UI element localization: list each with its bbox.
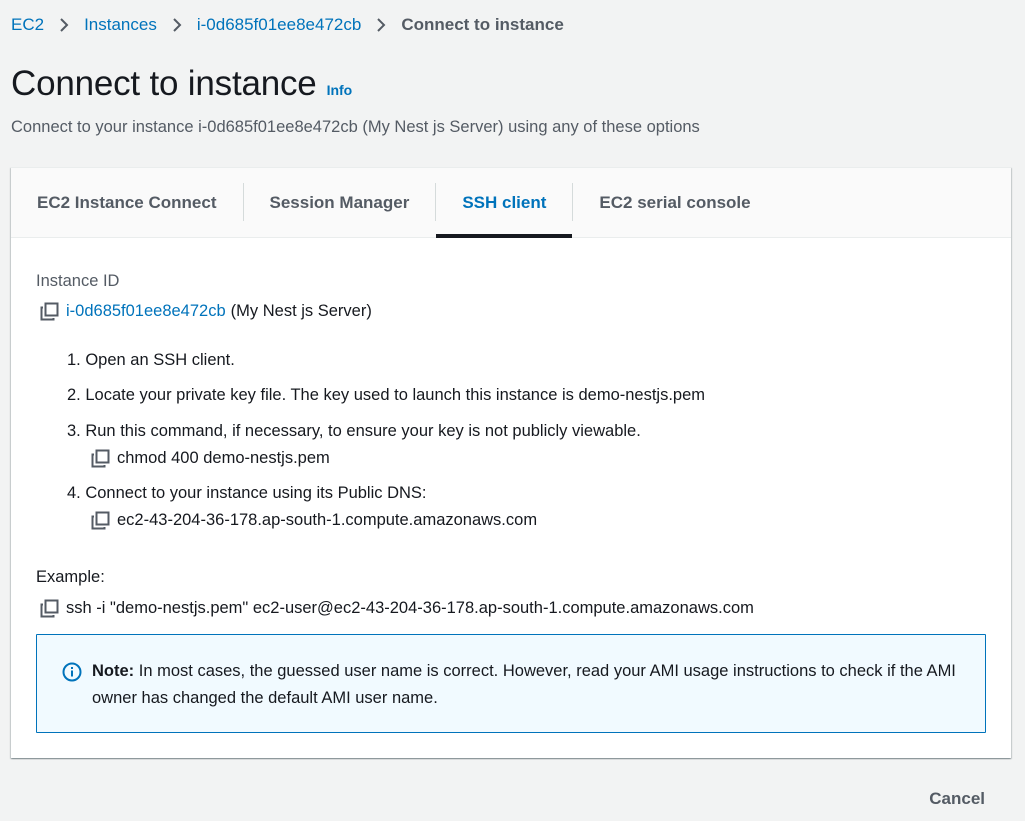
tab-session-manager[interactable]: Session Manager (244, 168, 436, 237)
note-alert: Note: In most cases, the guessed user na… (36, 634, 986, 733)
note-text: Note: In most cases, the guessed user na… (92, 658, 972, 712)
step-4: 4. Connect to your instance using its Pu… (67, 484, 427, 502)
copy-icon[interactable] (40, 599, 59, 618)
public-dns-value: ec2-43-204-36-178.ap-south-1.compute.ama… (117, 511, 538, 529)
breadcrumb-instances[interactable]: Instances (84, 15, 157, 35)
breadcrumb: EC2 Instances i-0d685f01ee8e472cb Connec… (11, 14, 564, 36)
step-3: 3. Run this command, if necessary, to en… (67, 422, 641, 440)
page-header: Connect to instance Info (11, 64, 352, 104)
breadcrumb-instance-id[interactable]: i-0d685f01ee8e472cb (197, 15, 361, 35)
chevron-right-icon (375, 18, 387, 32)
tab-ssh-client[interactable]: SSH client (436, 168, 573, 238)
chevron-right-icon (58, 18, 70, 32)
info-link[interactable]: Info (327, 82, 353, 98)
instance-id-label: Instance ID (36, 272, 120, 290)
copy-icon[interactable] (91, 449, 110, 468)
chmod-command-row: chmod 400 demo-nestjs.pem (91, 449, 330, 468)
breadcrumb-ec2[interactable]: EC2 (11, 15, 44, 35)
tab-ec2-serial-console[interactable]: EC2 serial console (573, 168, 776, 237)
copy-icon[interactable] (91, 511, 110, 530)
cancel-button[interactable]: Cancel (929, 789, 985, 809)
step-2: 2. Locate your private key file. The key… (67, 386, 706, 404)
breadcrumb-current: Connect to instance (401, 15, 564, 34)
tab-ec2-instance-connect[interactable]: EC2 Instance Connect (11, 168, 243, 237)
note-body: In most cases, the guessed user name is … (92, 662, 956, 707)
chevron-right-icon (171, 18, 183, 32)
instance-id-link[interactable]: i-0d685f01ee8e472cb (66, 302, 226, 321)
instance-name: (My Nest js Server) (230, 302, 372, 320)
chmod-command: chmod 400 demo-nestjs.pem (117, 449, 330, 467)
connect-panel: EC2 Instance Connect Session Manager SSH… (11, 167, 1011, 758)
tab-list: EC2 Instance Connect Session Manager SSH… (11, 168, 1011, 238)
instance-id-row: i-0d685f01ee8e472cb (My Nest js Server) (40, 302, 372, 321)
info-circle-icon (62, 662, 82, 682)
copy-icon[interactable] (40, 302, 59, 321)
page-subtitle: Connect to your instance i-0d685f01ee8e4… (11, 118, 700, 136)
page-title: Connect to instance (11, 64, 317, 103)
example-label: Example: (36, 568, 105, 586)
step-1: 1. Open an SSH client. (67, 351, 235, 369)
public-dns-row: ec2-43-204-36-178.ap-south-1.compute.ama… (91, 511, 537, 530)
note-title: Note: (92, 662, 135, 680)
example-command-row: ssh -i "demo-nestjs.pem" ec2-user@ec2-43… (40, 599, 754, 618)
example-command: ssh -i "demo-nestjs.pem" ec2-user@ec2-43… (66, 599, 754, 617)
